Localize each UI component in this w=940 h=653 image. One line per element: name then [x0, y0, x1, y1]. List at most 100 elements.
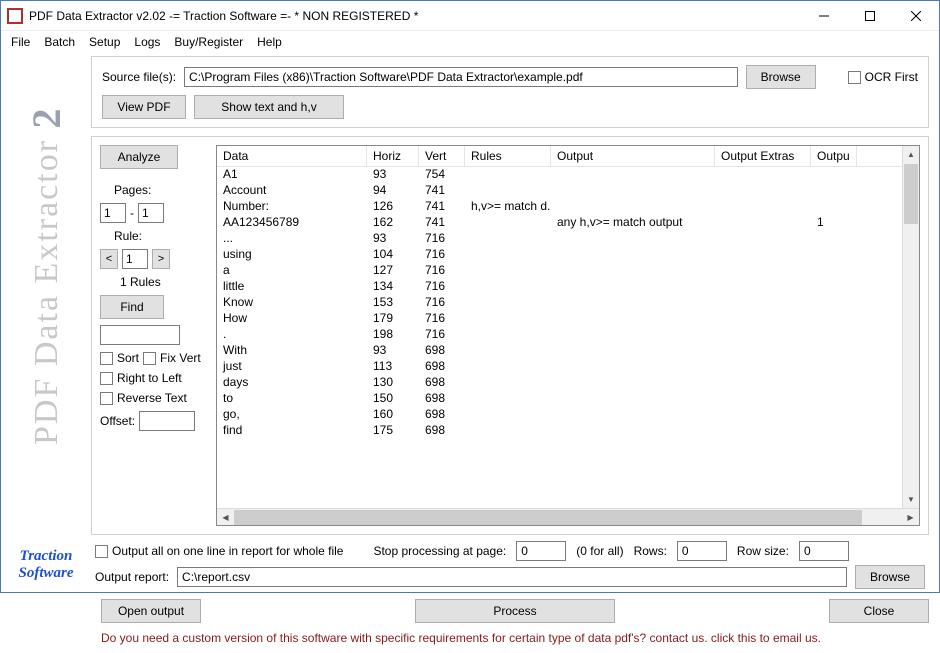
minimize-button[interactable] — [801, 1, 847, 31]
menu-logs[interactable]: Logs — [134, 35, 160, 49]
show-text-button[interactable]: Show text and h,v — [194, 95, 344, 119]
table-row[interactable]: With93698 — [217, 343, 919, 359]
vertical-scrollbar[interactable]: ▲ ▼ — [902, 146, 919, 508]
table-cell — [715, 327, 811, 343]
table-cell — [811, 295, 857, 311]
ocr-first-checkbox[interactable]: OCR First — [848, 70, 918, 84]
table-cell — [465, 407, 551, 423]
table-row[interactable]: Know153716 — [217, 295, 919, 311]
menu-file[interactable]: File — [11, 35, 30, 49]
table-row[interactable]: How179716 — [217, 311, 919, 327]
hscroll-thumb[interactable] — [234, 510, 862, 525]
table-cell — [715, 215, 811, 231]
process-button[interactable]: Process — [415, 599, 615, 623]
analyze-button[interactable]: Analyze — [100, 145, 178, 169]
scroll-down-icon[interactable]: ▼ — [903, 491, 919, 508]
table-cell — [715, 391, 811, 407]
table-cell — [551, 343, 715, 359]
stop-page-input[interactable] — [516, 541, 566, 561]
table-row[interactable]: .198716 — [217, 327, 919, 343]
menu-batch[interactable]: Batch — [44, 35, 75, 49]
table-cell: 741 — [419, 215, 465, 231]
scroll-up-icon[interactable]: ▲ — [903, 146, 919, 163]
scroll-left-icon[interactable]: ◀ — [217, 509, 234, 526]
rowsize-input[interactable] — [799, 541, 849, 561]
data-table: Data Horiz Vert Rules Output Output Extr… — [216, 145, 920, 526]
scroll-thumb[interactable] — [904, 164, 918, 224]
col-header-outp[interactable]: Outpu — [811, 146, 857, 166]
table-cell: 716 — [419, 247, 465, 263]
table-row[interactable]: Account94741 — [217, 183, 919, 199]
col-header-rules[interactable]: Rules — [465, 146, 551, 166]
rule-next-button[interactable]: > — [152, 249, 170, 269]
browse-source-button[interactable]: Browse — [746, 65, 816, 89]
options-row: Output all on one line in report for who… — [91, 535, 929, 563]
table-cell: Know — [217, 295, 367, 311]
rule-prev-button[interactable]: < — [100, 249, 118, 269]
table-row[interactable]: AA123456789162741any h,v>= match output1 — [217, 215, 919, 231]
table-cell: using — [217, 247, 367, 263]
offset-input[interactable] — [139, 411, 195, 431]
table-cell — [465, 279, 551, 295]
table-row[interactable]: go,160698 — [217, 407, 919, 423]
find-input[interactable] — [100, 325, 180, 345]
table-cell: go, — [217, 407, 367, 423]
table-cell — [715, 247, 811, 263]
page-from-input[interactable] — [100, 203, 126, 223]
table-row[interactable]: a127716 — [217, 263, 919, 279]
table-cell: 126 — [367, 199, 419, 215]
table-cell — [811, 247, 857, 263]
table-body[interactable]: A193754Account94741Number:126741h,v>= ma… — [217, 167, 919, 508]
open-output-button[interactable]: Open output — [101, 599, 201, 623]
menu-buy-register[interactable]: Buy/Register — [174, 35, 243, 49]
browse-report-button[interactable]: Browse — [855, 565, 925, 589]
table-cell — [551, 359, 715, 375]
footer-link[interactable]: Do you need a custom version of this sof… — [1, 627, 939, 653]
rtl-checkbox[interactable]: Right to Left — [100, 371, 208, 385]
table-cell: 716 — [419, 327, 465, 343]
fix-vert-checkbox[interactable]: Fix Vert — [143, 351, 201, 365]
rows-input[interactable] — [677, 541, 727, 561]
col-header-horiz[interactable]: Horiz — [367, 146, 419, 166]
table-cell: 716 — [419, 279, 465, 295]
find-button[interactable]: Find — [100, 295, 164, 319]
table-cell: 93 — [367, 231, 419, 247]
menu-setup[interactable]: Setup — [89, 35, 120, 49]
menu-help[interactable]: Help — [257, 35, 282, 49]
view-pdf-button[interactable]: View PDF — [102, 95, 186, 119]
scroll-right-icon[interactable]: ▶ — [902, 509, 919, 526]
maximize-button[interactable] — [847, 1, 893, 31]
table-cell — [811, 183, 857, 199]
table-cell: 1 — [811, 215, 857, 231]
page-to-input[interactable] — [138, 203, 164, 223]
table-row[interactable]: days130698 — [217, 375, 919, 391]
table-row[interactable]: find175698 — [217, 423, 919, 439]
table-cell: 160 — [367, 407, 419, 423]
table-row[interactable]: little134716 — [217, 279, 919, 295]
source-path-input[interactable] — [184, 67, 738, 87]
horizontal-scrollbar[interactable]: ◀ ▶ — [217, 508, 919, 525]
close-button[interactable] — [893, 1, 939, 31]
output-report-input[interactable] — [177, 567, 847, 587]
table-cell: 716 — [419, 263, 465, 279]
rule-value-input[interactable] — [122, 249, 148, 269]
table-cell — [715, 423, 811, 439]
col-header-data[interactable]: Data — [217, 146, 367, 166]
table-row[interactable]: Number:126741h,v>= match d... — [217, 199, 919, 215]
col-header-extras[interactable]: Output Extras — [715, 146, 811, 166]
table-row[interactable]: to150698 — [217, 391, 919, 407]
col-header-output[interactable]: Output — [551, 146, 715, 166]
table-cell — [465, 391, 551, 407]
col-header-vert[interactable]: Vert — [419, 146, 465, 166]
rules-count-label: 1 Rules — [100, 275, 208, 289]
for-all-label: (0 for all) — [576, 544, 623, 558]
close-app-button[interactable]: Close — [829, 599, 929, 623]
table-row[interactable]: ...93716 — [217, 231, 919, 247]
table-row[interactable]: just113698 — [217, 359, 919, 375]
table-row[interactable]: using104716 — [217, 247, 919, 263]
table-row[interactable]: A193754 — [217, 167, 919, 183]
output-all-checkbox[interactable]: Output all on one line in report for who… — [95, 544, 343, 558]
table-cell: 113 — [367, 359, 419, 375]
sort-checkbox[interactable]: Sort — [100, 351, 139, 365]
reverse-text-checkbox[interactable]: Reverse Text — [100, 391, 208, 405]
